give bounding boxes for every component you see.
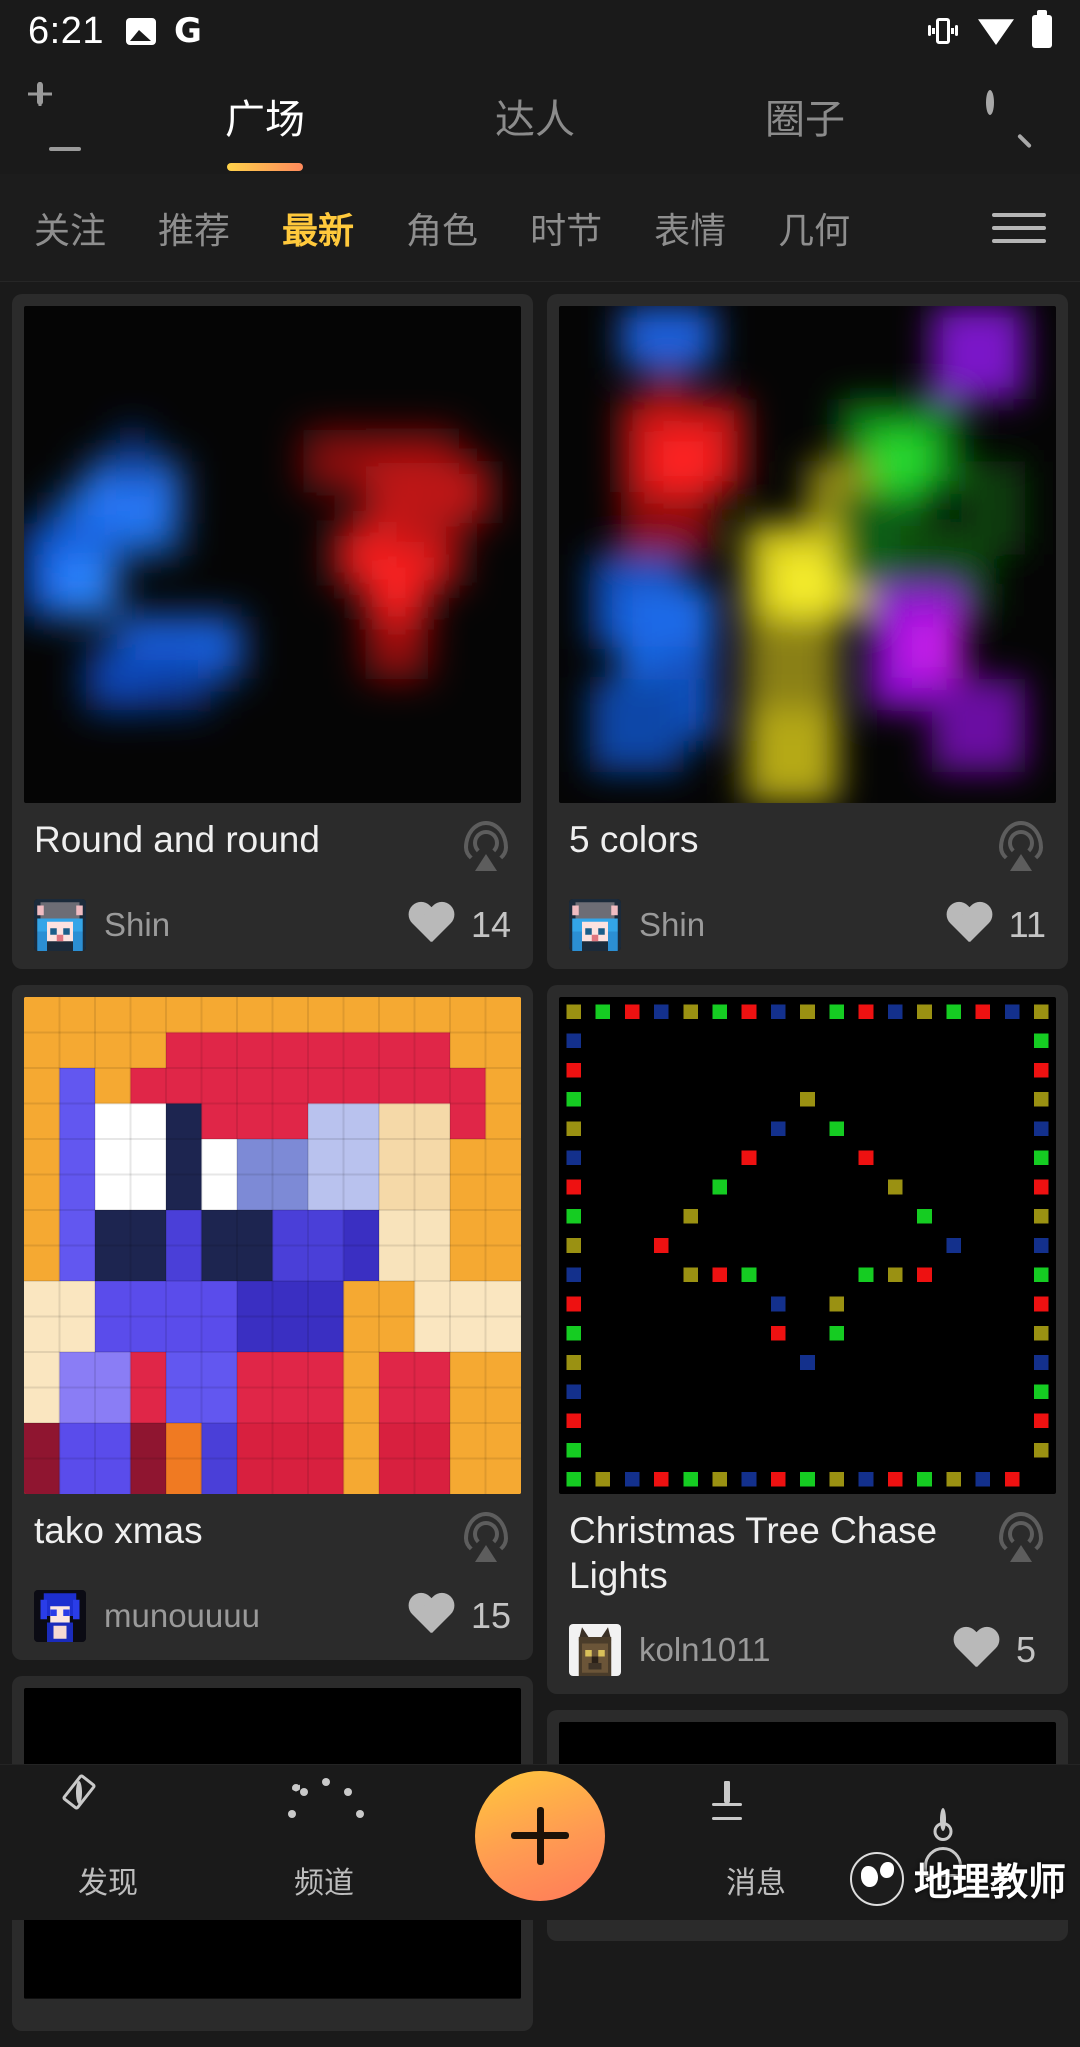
google-icon: G	[173, 11, 202, 51]
card-title: 5 colors	[569, 819, 699, 860]
filter-chip-season[interactable]: 时节	[530, 202, 602, 254]
heart-icon[interactable]	[407, 1594, 455, 1638]
tab-experts-label: 达人	[495, 98, 575, 142]
card-title: Christmas Tree Chase Lights	[569, 1510, 938, 1597]
heart-icon[interactable]	[407, 903, 455, 947]
filter-chip-recommend[interactable]: 推荐	[158, 202, 230, 254]
card-meta-row: munouuuu 15	[34, 1590, 511, 1642]
avatar[interactable]	[34, 899, 86, 951]
card-body: 5 colors Shin 11	[559, 803, 1056, 969]
compass-icon	[61, 1773, 140, 1848]
hamburger-menu-icon[interactable]	[992, 212, 1046, 243]
card-meta-row: Shin 11	[569, 899, 1046, 951]
card-body: tako xmas munouuuu 15	[24, 1494, 521, 1660]
search-icon	[986, 90, 1034, 149]
card-title: tako xmas	[34, 1510, 203, 1551]
broadcast-icon[interactable]	[461, 821, 511, 873]
card-author[interactable]: Shin	[639, 906, 705, 944]
nav-item-channel[interactable]: 频道	[216, 1777, 432, 1902]
top-nav-bar: 广场 达人 圈子	[0, 62, 1080, 174]
nav-item-create[interactable]	[432, 1770, 648, 1915]
like-count: 15	[470, 1595, 511, 1636]
heart-icon[interactable]	[952, 1628, 1000, 1672]
card-author[interactable]: munouuuu	[104, 1597, 260, 1635]
broadcast-icon[interactable]	[996, 1512, 1046, 1564]
status-right-icons	[926, 9, 1052, 48]
like-count: 14	[470, 904, 511, 945]
top-tabs: 广场 达人 圈子	[130, 87, 940, 171]
like-control[interactable]: 15	[407, 1594, 511, 1638]
wifi-icon	[978, 19, 1014, 45]
feed-grid[interactable]: Round and round Shin 14 tako xmas munouu…	[0, 282, 1080, 2031]
broadcast-icon[interactable]	[996, 821, 1046, 873]
nav-label-messages: 消息	[726, 1866, 786, 1900]
feed-card[interactable]: Christmas Tree Chase Lights koln1011 5	[547, 985, 1068, 1695]
card-author[interactable]: Shin	[104, 906, 170, 944]
filter-chip-character[interactable]: 角色	[406, 202, 478, 254]
card-title-row: tako xmas	[34, 1508, 511, 1564]
tab-circles-label: 圈子	[765, 98, 845, 142]
filter-chip-emoji[interactable]: 表情	[654, 202, 726, 254]
tab-experts[interactable]: 达人	[400, 87, 670, 149]
add-device-button[interactable]	[0, 82, 130, 151]
like-count: 5	[1016, 1629, 1037, 1671]
filter-chip-latest[interactable]: 最新	[282, 202, 354, 254]
tab-active-underline	[227, 163, 303, 171]
status-time: 6:21	[28, 9, 104, 52]
gauge-icon	[288, 1777, 364, 1848]
card-title-row: Christmas Tree Chase Lights	[569, 1508, 1046, 1598]
avatar[interactable]	[34, 1590, 86, 1642]
card-meta-row: Shin 14	[34, 899, 511, 951]
filter-bar: 关注 推荐 最新 角色 时节 表情 几何	[0, 174, 1080, 282]
filter-chip-geometry[interactable]: 几何	[778, 202, 850, 254]
search-button[interactable]	[940, 90, 1080, 149]
tab-square[interactable]: 广场	[130, 87, 400, 171]
like-count: 11	[1008, 904, 1046, 945]
vibrate-icon	[926, 16, 960, 46]
tab-circles[interactable]: 圈子	[670, 87, 940, 149]
card-artwork	[24, 997, 521, 1494]
card-meta-row: koln1011 5	[569, 1624, 1046, 1677]
card-artwork	[24, 306, 521, 803]
card-author[interactable]: koln1011	[639, 1631, 771, 1669]
like-control[interactable]: 5	[952, 1628, 1046, 1672]
card-title: Round and round	[34, 819, 320, 860]
add-device-icon	[37, 82, 93, 151]
message-icon	[724, 1780, 788, 1848]
nav-label-discover: 发现	[78, 1866, 138, 1900]
feed-card[interactable]: 5 colors Shin 11	[547, 294, 1068, 969]
card-body: Round and round Shin 14	[24, 803, 521, 969]
like-control[interactable]: 11	[945, 903, 1046, 947]
broadcast-icon[interactable]	[461, 1512, 511, 1564]
photo-icon	[125, 17, 156, 45]
plus-fab-icon[interactable]	[475, 1770, 605, 1901]
avatar[interactable]	[569, 899, 621, 951]
battery-icon	[1032, 9, 1052, 48]
nav-item-messages[interactable]: 消息	[648, 1780, 864, 1902]
status-left-icons: G	[125, 11, 202, 51]
watermark: 地理教师	[849, 1851, 1066, 1906]
filter-chip-follow[interactable]: 关注	[34, 202, 106, 254]
globe-logo-icon	[849, 1851, 904, 1906]
card-artwork	[559, 306, 1056, 803]
card-title-row: 5 colors	[569, 817, 1046, 873]
tab-square-label: 广场	[225, 98, 305, 142]
nav-label-channel: 频道	[294, 1866, 354, 1900]
feed-card[interactable]: Round and round Shin 14	[12, 294, 533, 969]
watermark-text: 地理教师	[913, 1860, 1066, 1904]
nav-item-discover[interactable]: 发现	[0, 1773, 216, 1902]
avatar[interactable]	[569, 1624, 621, 1677]
status-bar: 6:21 G	[0, 0, 1080, 62]
card-title-row: Round and round	[34, 817, 511, 873]
card-body: Christmas Tree Chase Lights koln1011 5	[559, 1494, 1056, 1694]
feed-card[interactable]: tako xmas munouuuu 15	[12, 985, 533, 1660]
heart-icon[interactable]	[945, 903, 993, 947]
card-body	[24, 1999, 521, 2031]
like-control[interactable]: 14	[407, 903, 511, 947]
card-artwork	[559, 997, 1056, 1494]
